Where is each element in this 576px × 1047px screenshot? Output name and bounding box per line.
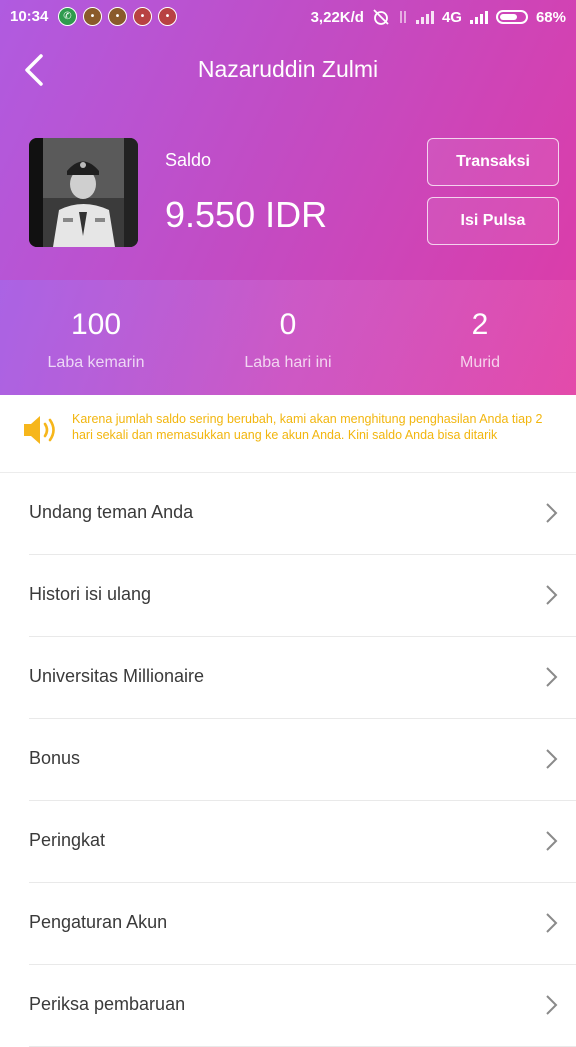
menu-item-label: Peringkat	[29, 830, 106, 850]
stat-students[interactable]: 2 Murid	[384, 280, 576, 372]
chevron-right-icon	[546, 913, 558, 933]
stat-label: Laba hari ini	[244, 354, 332, 371]
menu-item-topup-history[interactable]: Histori isi ulang	[29, 555, 576, 637]
balance-label: Saldo	[165, 150, 212, 170]
notification-icons: ✆ • • • •	[58, 7, 177, 26]
stat-label: Murid	[459, 354, 500, 371]
stat-value: 2	[471, 308, 489, 341]
transaction-button[interactable]: Transaksi	[427, 138, 559, 186]
status-right: 3,22K/d 4G 68%	[311, 8, 566, 26]
menu-item-account-settings[interactable]: Pengaturan Akun	[29, 883, 576, 965]
menu-item-label: Universitas Millionaire	[29, 666, 205, 686]
notice-text: Karena jumlah saldo sering berubah, kami…	[72, 412, 543, 442]
stats-bar: 100 Laba kemarin 0 Laba hari ini 2 Murid	[0, 280, 576, 395]
network-speed: 3,22K/d	[310, 8, 364, 26]
app-notification-icon: •	[158, 7, 177, 26]
notice-banner: Karena jumlah saldo sering berubah, kami…	[0, 395, 576, 473]
menu-item-bonus[interactable]: Bonus	[29, 719, 576, 801]
menu-item-ranking[interactable]: Peringkat	[29, 801, 576, 883]
menu-item-check-update[interactable]: Periksa pembaruan	[29, 965, 576, 1047]
menu-item-label: Histori isi ulang	[29, 584, 152, 604]
app-notification-icon: •	[108, 7, 127, 26]
chevron-right-icon	[546, 503, 558, 523]
stat-value: 100	[70, 308, 122, 341]
topup-button[interactable]: Isi Pulsa	[427, 197, 559, 245]
menu-item-invite-friends[interactable]: Undang teman Anda	[29, 473, 576, 555]
data-transfer-icon	[400, 11, 406, 23]
menu-item-label: Bonus	[29, 748, 81, 768]
menu-item-label: Periksa pembaruan	[29, 994, 186, 1014]
signal-icon	[415, 10, 434, 24]
app-notification-icon: •	[83, 7, 102, 26]
battery-level: 68%	[535, 8, 566, 26]
whatsapp-icon: ✆	[58, 7, 77, 26]
menu-item-label: Undang teman Anda	[29, 502, 194, 522]
chevron-right-icon	[546, 831, 558, 851]
stat-today-profit[interactable]: 0 Laba hari ini	[192, 280, 384, 372]
stat-label: Laba kemarin	[47, 354, 145, 371]
avatar[interactable]	[29, 138, 138, 247]
battery-icon	[495, 10, 528, 24]
app-notification-icon: •	[133, 7, 152, 26]
network-type: 4G	[441, 8, 462, 26]
status-time: 10:34	[10, 8, 49, 25]
avatar-photo	[29, 138, 138, 247]
status-bar: 10:34 ✆ • • • • 3,22K/d 4G 68%	[0, 0, 576, 34]
speaker-icon	[24, 416, 55, 444]
menu-list: Undang teman Anda Histori isi ulang Univ…	[0, 473, 576, 1047]
menu-item-label: Pengaturan Akun	[29, 912, 168, 932]
stat-yesterday-profit[interactable]: 100 Laba kemarin	[0, 280, 192, 372]
signal-strength-icon	[469, 10, 488, 24]
alarm-off-icon	[373, 9, 389, 25]
stat-value: 0	[279, 308, 297, 341]
profile-header: 10:34 ✆ • • • • 3,22K/d 4G 68% Nazaruddi…	[0, 0, 576, 395]
chevron-right-icon	[546, 585, 558, 605]
chevron-right-icon	[546, 667, 558, 687]
chevron-right-icon	[546, 995, 558, 1015]
chevron-right-icon	[546, 749, 558, 769]
page-title: Nazaruddin Zulmi	[197, 56, 379, 82]
balance-value: 9.550 IDR	[165, 194, 328, 235]
menu-item-millionaire-university[interactable]: Universitas Millionaire	[29, 637, 576, 719]
